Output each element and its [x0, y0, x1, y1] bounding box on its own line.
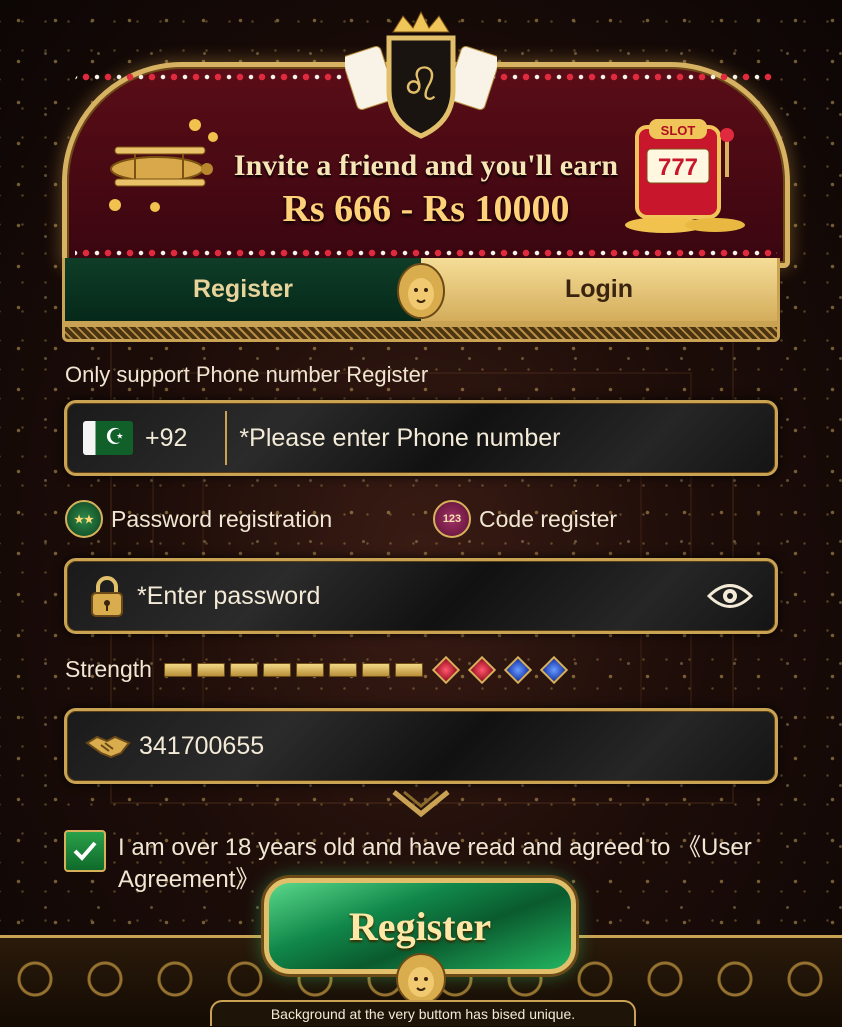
field-separator	[225, 411, 228, 465]
strength-bar	[262, 662, 291, 677]
eye-icon[interactable]	[707, 581, 753, 611]
strength-gem-blue	[503, 655, 533, 684]
agreement-checkbox[interactable]	[64, 830, 106, 872]
password-strength-meter: Strength	[65, 655, 572, 684]
tab-register[interactable]: Register	[65, 258, 421, 321]
handshake-icon	[85, 735, 131, 759]
password-registration-option[interactable]: ★★ Password registration	[65, 500, 332, 538]
strength-bar	[163, 662, 192, 677]
strength-bar	[328, 662, 357, 677]
lock-icon	[91, 576, 123, 617]
code-register-option[interactable]: 123 Code register	[433, 500, 617, 538]
strength-gem-blue	[539, 655, 569, 684]
password-field[interactable]: *Enter password	[64, 558, 778, 634]
support-notice: Only support Phone number Register	[65, 362, 429, 387]
strength-bar	[361, 662, 390, 677]
svg-text:SLOT: SLOT	[661, 123, 696, 138]
invite-code-field[interactable]: 341700655	[64, 708, 778, 784]
lion-head-icon	[397, 263, 445, 319]
footer-note: Background at the very buttom has bised …	[210, 1000, 636, 1026]
lion-crest-logo: ♌	[345, 10, 497, 139]
checkmark-icon	[73, 841, 97, 861]
phone-field[interactable]: ☪ +92 *Please enter Phone number	[64, 400, 778, 476]
slot-machine-icon: SLOT 777	[625, 119, 745, 233]
strength-gem-red	[431, 655, 461, 684]
chevron-down-icon	[392, 790, 450, 818]
svg-text:777: 777	[658, 154, 698, 181]
tab-login-label: Login	[564, 275, 634, 303]
password-input[interactable]: *Enter password	[137, 582, 320, 611]
invite-code-input[interactable]: 341700655	[139, 732, 264, 761]
tab-register-label: Register	[192, 275, 294, 303]
code-register-label: Code register	[479, 505, 618, 532]
country-code-selector[interactable]: +92	[145, 424, 187, 453]
phone-input[interactable]: *Please enter Phone number	[239, 424, 560, 453]
register-button-label: Register	[348, 903, 492, 949]
stars-icon: ★★	[65, 500, 103, 538]
pakistan-flag-icon: ☪	[83, 421, 133, 455]
tab-login[interactable]: Login	[421, 258, 777, 321]
lion-head-icon	[396, 953, 446, 1005]
strength-bar	[394, 662, 423, 677]
banner-jewel-trim-bottom	[75, 249, 777, 257]
strength-gem-red	[467, 655, 497, 684]
strength-bar	[229, 662, 258, 677]
code-123-icon: 123	[433, 500, 471, 538]
password-registration-label: Password registration	[111, 505, 333, 532]
strength-bar	[196, 662, 225, 677]
strength-bar	[295, 662, 324, 677]
strength-label: Strength	[65, 656, 152, 682]
chain-divider	[62, 324, 780, 342]
svg-text:♌: ♌	[400, 57, 441, 111]
